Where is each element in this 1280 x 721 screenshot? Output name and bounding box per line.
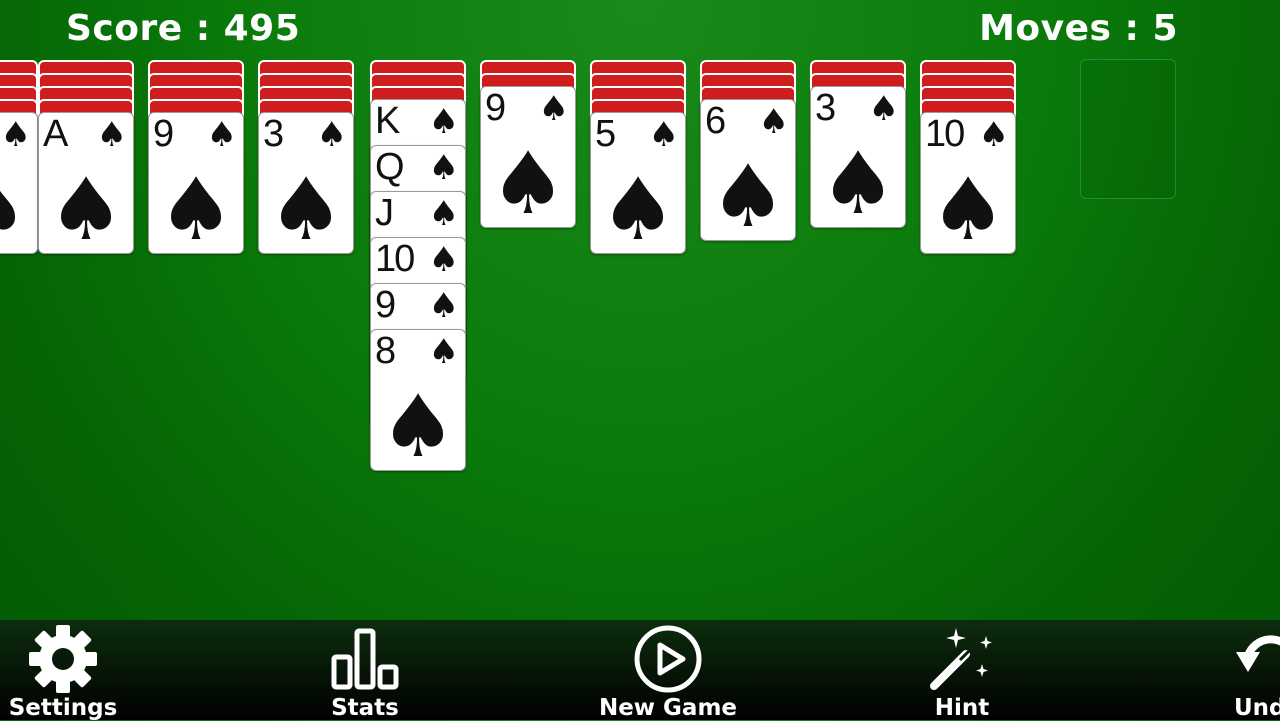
spade-icon: ♠ xyxy=(428,194,459,234)
spade-icon: ♠ xyxy=(379,377,457,477)
settings-button[interactable]: Settings xyxy=(8,620,118,720)
spade-icon: ♠ xyxy=(267,160,345,260)
spade-icon: ♠ xyxy=(428,102,459,142)
spade-icon: ♠ xyxy=(978,115,1009,155)
spade-icon: ♠ xyxy=(709,147,787,247)
stats-button[interactable]: Stats xyxy=(320,620,410,720)
spade-icon: ♠ xyxy=(428,332,459,372)
spade-icon: ♠ xyxy=(0,115,31,155)
spade-icon: ♠ xyxy=(206,115,237,155)
spade-icon: ♠ xyxy=(0,167,37,253)
spade-icon: ♠ xyxy=(538,89,569,129)
spade-icon: ♠ xyxy=(489,134,567,234)
spade-icon: ♠ xyxy=(428,148,459,188)
card-rank: K xyxy=(375,100,400,142)
card-rank: 9 xyxy=(375,284,396,326)
stats-label: Stats xyxy=(331,695,399,721)
playing-card[interactable]: 5 ♠ ♠ xyxy=(590,112,686,254)
spade-icon: ♠ xyxy=(157,160,235,260)
card-rank: A xyxy=(43,113,68,155)
stock-slot-empty xyxy=(1080,59,1176,199)
magic-wand-icon xyxy=(930,628,992,690)
playing-card[interactable]: 3 ♠ ♠ xyxy=(810,86,906,228)
spade-icon: ♠ xyxy=(428,240,459,280)
bottom-toolbar: Settings Stats New Game Hint Und xyxy=(0,620,1280,720)
card-rank: 5 xyxy=(595,113,616,155)
card-rank: 9 xyxy=(153,113,174,155)
spade-icon: ♠ xyxy=(96,115,127,155)
gear-icon xyxy=(29,625,97,693)
card-rank: 3 xyxy=(263,113,284,155)
new-game-button[interactable]: New Game xyxy=(594,620,742,720)
playing-card[interactable]: 3 ♠ ♠ xyxy=(258,112,354,254)
card-rank: 8 xyxy=(375,330,396,372)
hint-button[interactable]: Hint xyxy=(920,620,1004,720)
spade-icon: ♠ xyxy=(428,286,459,326)
card-rank: 9 xyxy=(485,87,506,129)
undo-label: Undo xyxy=(1234,695,1280,720)
playing-card[interactable]: 6 ♠ ♠ xyxy=(700,99,796,241)
spade-icon: ♠ xyxy=(47,160,125,260)
card-rank: 3 xyxy=(815,87,836,129)
new-game-label: New Game xyxy=(598,695,738,721)
undo-button[interactable]: Undo xyxy=(1234,620,1280,720)
hint-label: Hint xyxy=(934,695,990,721)
spade-icon: ♠ xyxy=(316,115,347,155)
spade-icon: ♠ xyxy=(648,115,679,155)
spade-icon: ♠ xyxy=(819,134,897,234)
spade-icon: ♠ xyxy=(929,160,1007,260)
card-rank: J xyxy=(375,192,394,234)
playing-card[interactable]: A♠♠ xyxy=(0,112,38,254)
playing-card[interactable]: A♠♠ xyxy=(38,112,134,254)
playing-card[interactable]: 8 ♠ ♠ xyxy=(370,329,466,471)
card-rank: 10 xyxy=(925,113,965,155)
playing-card[interactable]: 10 ♠ ♠ xyxy=(920,112,1016,254)
card-rank: 6 xyxy=(705,100,726,142)
card-rank: 10 xyxy=(375,238,415,280)
spade-icon: ♠ xyxy=(758,102,789,142)
settings-label: Settings xyxy=(8,695,118,721)
playing-card[interactable]: 9 ♠ ♠ xyxy=(480,86,576,228)
playing-card[interactable]: 9 ♠ ♠ xyxy=(148,112,244,254)
undo-icon xyxy=(1236,635,1280,672)
spade-icon: ♠ xyxy=(599,160,677,260)
spade-icon: ♠ xyxy=(868,89,899,129)
card-rank: Q xyxy=(375,146,405,188)
play-circle-icon xyxy=(634,625,702,693)
bar-chart-icon xyxy=(331,628,399,690)
